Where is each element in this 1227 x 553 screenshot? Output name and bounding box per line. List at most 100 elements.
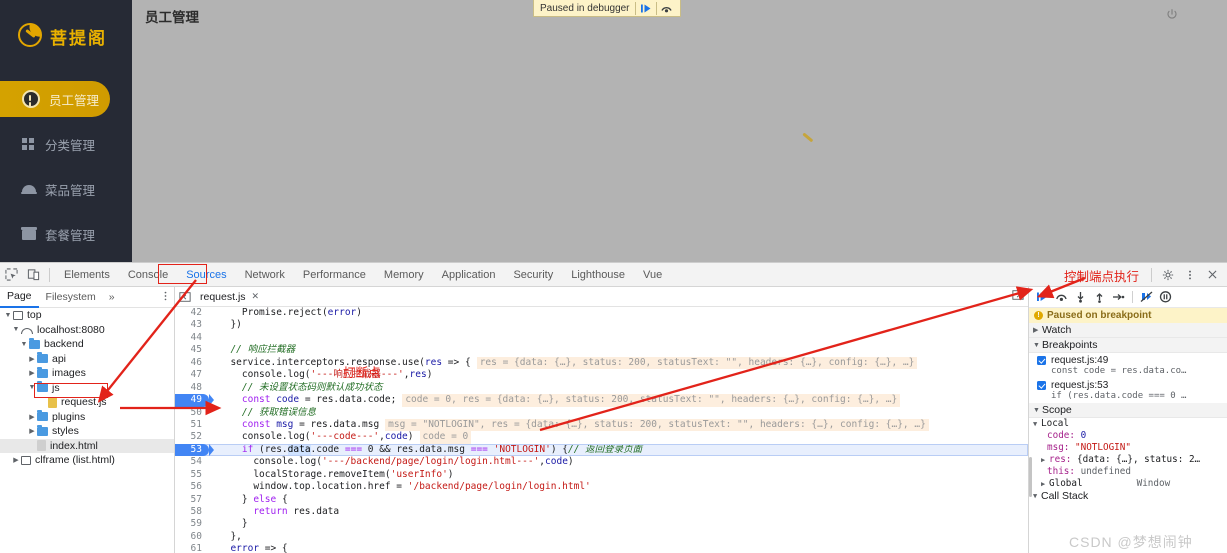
- code-viewer[interactable]: 42 Promise.reject(error) 43 }) 44 45 // …: [175, 307, 1028, 553]
- code-line[interactable]: 61 error => {: [175, 543, 1028, 553]
- code-line[interactable]: 58 return res.data: [175, 506, 1028, 518]
- step-into-icon[interactable]: [1072, 288, 1089, 306]
- breakpoint-checkbox[interactable]: [1037, 356, 1046, 365]
- scope-entry-res[interactable]: ▶ res: {data: {…}, status: 2…: [1029, 454, 1227, 466]
- twisty-icon[interactable]: ▼: [3, 312, 13, 319]
- code-line[interactable]: 54 console.log('---/backend/page/login/l…: [175, 456, 1028, 468]
- code-line[interactable]: 55 localStorage.removeItem('userInfo'): [175, 469, 1028, 481]
- line-number[interactable]: 43: [175, 319, 209, 331]
- twisty-icon[interactable]: ▼: [19, 341, 29, 348]
- code-line[interactable]: 44: [175, 332, 1028, 344]
- tab-memory[interactable]: Memory: [375, 264, 433, 286]
- line-number[interactable]: 56: [175, 481, 209, 493]
- navigator-tab-filesystem[interactable]: Filesystem: [39, 288, 103, 307]
- line-number[interactable]: 53: [175, 443, 214, 457]
- tab-elements[interactable]: Elements: [55, 264, 119, 286]
- tree-item-js[interactable]: ▼ js: [0, 381, 174, 396]
- close-tab-icon[interactable]: ✕: [252, 291, 260, 302]
- twisty-icon[interactable]: ▶: [27, 369, 37, 377]
- device-toolbar-icon[interactable]: [22, 264, 44, 286]
- line-number[interactable]: 48: [175, 382, 209, 394]
- more-vertical-icon[interactable]: [161, 290, 170, 305]
- tree-item-styles[interactable]: ▶ styles: [0, 424, 174, 439]
- twisty-icon[interactable]: ▶: [27, 413, 37, 421]
- resume-script-icon[interactable]: [1034, 288, 1051, 306]
- line-number[interactable]: 59: [175, 518, 209, 530]
- code-line[interactable]: 57 } else {: [175, 494, 1028, 506]
- code-line[interactable]: 60 },: [175, 531, 1028, 543]
- code-line[interactable]: 56 window.top.location.href = '/backend/…: [175, 481, 1028, 493]
- twisty-icon[interactable]: ▼: [27, 384, 37, 391]
- show-navigator-icon[interactable]: [175, 287, 194, 306]
- section-breakpoints[interactable]: ▼ Breakpoints: [1029, 338, 1227, 353]
- navigator-more-tabs[interactable]: »: [103, 291, 121, 303]
- line-number[interactable]: 51: [175, 419, 209, 431]
- editor-file-tab[interactable]: request.js ✕: [194, 288, 265, 306]
- sidebar-item-setmeal[interactable]: 套餐管理: [0, 216, 132, 252]
- chevron-right-icon[interactable]: ▶: [1033, 326, 1042, 334]
- sidebar-item-category[interactable]: 分类管理: [0, 126, 132, 162]
- tree-item-localhost[interactable]: ▼ localhost:8080: [0, 323, 174, 338]
- code-line[interactable]: 46 service.interceptors.response.use(res…: [175, 356, 1028, 370]
- code-line-breakpoint-53[interactable]: 53 if (res.data.code === 0 && res.data.m…: [175, 443, 1028, 457]
- code-line[interactable]: 43 }): [175, 319, 1028, 331]
- scope-entry-this[interactable]: this: undefined: [1029, 466, 1227, 478]
- scope-global-row[interactable]: ▶ Global Window: [1029, 478, 1227, 490]
- more-vertical-icon[interactable]: [1179, 264, 1201, 286]
- scope-local-header[interactable]: ▼ Local: [1029, 418, 1227, 430]
- step-icon[interactable]: [1110, 288, 1127, 306]
- step-out-icon[interactable]: [1091, 288, 1108, 306]
- power-icon[interactable]: [1165, 8, 1179, 22]
- code-line[interactable]: 59 }: [175, 518, 1028, 530]
- tree-item-index-html[interactable]: index.html: [0, 438, 174, 453]
- line-number[interactable]: 57: [175, 494, 209, 506]
- code-line[interactable]: 50 // 获取错误信息: [175, 407, 1028, 419]
- section-call-stack[interactable]: ▼ Call Stack: [1029, 490, 1227, 502]
- code-line[interactable]: 47 console.log('---响应拦截器---',res): [175, 369, 1028, 381]
- tree-item-images[interactable]: ▶ images: [0, 366, 174, 381]
- breakpoint-checkbox[interactable]: [1037, 381, 1046, 390]
- breakpoint-list-item[interactable]: request.js:49 const code = res.data.co…: [1029, 353, 1227, 378]
- code-line-breakpoint-49[interactable]: 49 const code = res.data.code; code = 0, …: [175, 394, 1028, 407]
- sidebar-item-staff[interactable]: 员工管理: [0, 81, 110, 117]
- code-line[interactable]: 45 // 响应拦截器: [175, 344, 1028, 356]
- line-number[interactable]: 45: [175, 344, 209, 356]
- tab-vue[interactable]: Vue: [634, 264, 671, 286]
- chevron-down-icon[interactable]: ▼: [1033, 418, 1041, 430]
- scope-entry-code[interactable]: code: 0: [1029, 430, 1227, 442]
- chevron-down-icon[interactable]: ▼: [1033, 490, 1041, 502]
- line-number[interactable]: 55: [175, 469, 209, 481]
- tree-item-backend[interactable]: ▼ backend: [0, 337, 174, 352]
- step-over-icon[interactable]: [1053, 288, 1070, 306]
- line-number[interactable]: 46: [175, 357, 209, 369]
- line-number[interactable]: 47: [175, 369, 209, 381]
- tab-network[interactable]: Network: [236, 264, 294, 286]
- twisty-icon[interactable]: ▼: [11, 326, 21, 333]
- scope-entry-msg[interactable]: msg: "NOTLOGIN": [1029, 442, 1227, 454]
- code-line[interactable]: 42 Promise.reject(error): [175, 307, 1028, 319]
- section-watch[interactable]: ▶ Watch: [1029, 323, 1227, 338]
- inspect-element-icon[interactable]: [0, 264, 22, 286]
- tab-lighthouse[interactable]: Lighthouse: [562, 264, 634, 286]
- twisty-icon[interactable]: ▶: [27, 355, 37, 363]
- chevron-right-icon[interactable]: ▶: [1041, 454, 1049, 466]
- settings-gear-icon[interactable]: [1157, 264, 1179, 286]
- line-number[interactable]: 44: [175, 332, 209, 344]
- line-number[interactable]: 60: [175, 531, 209, 543]
- twisty-icon[interactable]: ▶: [27, 427, 37, 435]
- line-number[interactable]: 52: [175, 431, 209, 443]
- tree-item-request-js[interactable]: request.js: [0, 395, 174, 410]
- code-line[interactable]: 52 console.log('---code---',code) code = …: [175, 431, 1028, 444]
- tree-item-plugins[interactable]: ▶ plugins: [0, 410, 174, 425]
- line-number[interactable]: 61: [175, 543, 209, 553]
- line-number[interactable]: 42: [175, 307, 209, 319]
- line-number[interactable]: 58: [175, 506, 209, 518]
- pause-on-exceptions-icon[interactable]: [1157, 288, 1174, 306]
- resume-script-icon[interactable]: [636, 1, 656, 16]
- tree-item-top[interactable]: ▼ top: [0, 308, 174, 323]
- sidebar-item-dish[interactable]: 菜品管理: [0, 171, 132, 207]
- step-over-icon[interactable]: [657, 1, 677, 16]
- tab-security[interactable]: Security: [504, 264, 562, 286]
- line-number[interactable]: 49: [175, 394, 214, 407]
- format-source-icon[interactable]: [1012, 289, 1028, 304]
